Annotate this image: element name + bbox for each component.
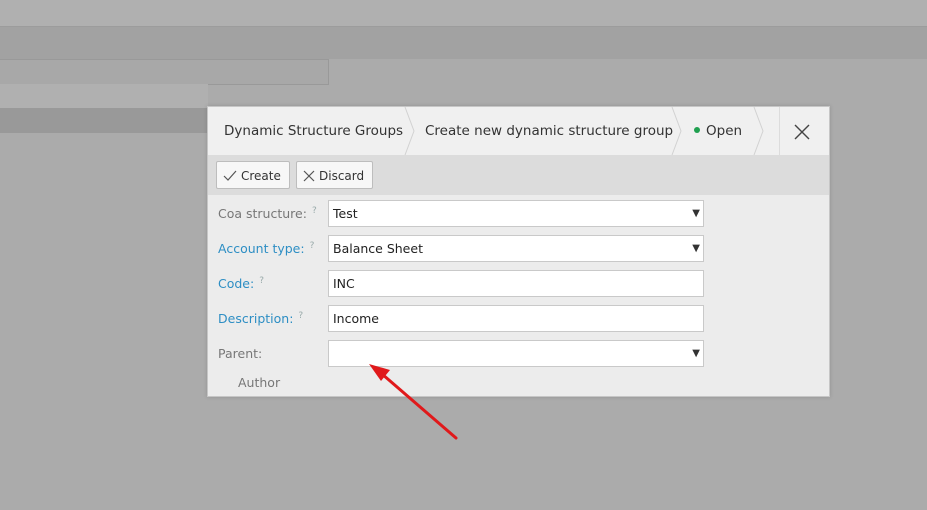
- coa-structure-select[interactable]: Test ▼: [328, 200, 704, 227]
- coa-structure-row: Coa structure:? Test ▼: [208, 200, 829, 227]
- dropdown-arrow-icon[interactable]: ▼: [692, 236, 700, 261]
- close-x-icon: [794, 124, 810, 140]
- parent-label: Parent:: [218, 346, 263, 361]
- dialog-toolbar: Create Discard: [208, 156, 829, 195]
- dropdown-arrow-icon[interactable]: ▼: [692, 341, 700, 366]
- help-icon[interactable]: ?: [259, 276, 264, 286]
- create-button[interactable]: Create: [216, 161, 290, 189]
- account-type-select[interactable]: Balance Sheet ▼: [328, 235, 704, 262]
- dialog-header: Dynamic Structure Groups Create new dyna…: [208, 107, 829, 156]
- help-icon[interactable]: ?: [298, 311, 303, 321]
- code-label: Code:?: [218, 270, 264, 297]
- author-section-label: Author: [238, 375, 281, 390]
- status-dot-icon: [694, 127, 700, 133]
- breadcrumb-create-new-group: Create new dynamic structure group: [425, 123, 674, 139]
- help-icon[interactable]: ?: [312, 206, 317, 216]
- close-x-icon: [303, 170, 315, 181]
- description-label-text: Description:: [218, 311, 294, 326]
- status-label: Open: [706, 123, 743, 139]
- description-label: Description:?: [218, 305, 303, 332]
- description-row: Description:?: [208, 305, 829, 332]
- breadcrumb-dynamic-structure-groups[interactable]: Dynamic Structure Groups: [224, 107, 403, 155]
- parent-select[interactable]: ▼: [328, 340, 704, 367]
- parent-row: Parent: ▼: [208, 340, 829, 367]
- coa-structure-label-text: Coa structure:: [218, 206, 307, 221]
- coa-structure-label: Coa structure:?: [218, 200, 317, 227]
- help-icon[interactable]: ?: [310, 241, 315, 251]
- discard-button[interactable]: Discard: [296, 161, 374, 189]
- header-divider: [779, 107, 780, 155]
- description-input[interactable]: [328, 305, 704, 332]
- status-indicator: Open: [694, 107, 742, 155]
- background-toolbar: [0, 27, 927, 59]
- code-input[interactable]: [328, 270, 704, 297]
- code-label-text: Code:: [218, 276, 255, 291]
- dropdown-arrow-icon[interactable]: ▼: [692, 201, 700, 226]
- chevron-separator-icon: [753, 107, 765, 155]
- discard-button-label: Discard: [319, 169, 365, 183]
- background-panel: [0, 59, 329, 85]
- check-icon: [223, 170, 237, 181]
- close-dialog-button[interactable]: [791, 121, 813, 143]
- chevron-separator-icon: [404, 107, 416, 155]
- create-group-dialog: Dynamic Structure Groups Create new dyna…: [207, 106, 830, 397]
- background-row: [0, 84, 208, 108]
- account-type-label: Account type:?: [218, 235, 314, 262]
- account-type-label-text: Account type:: [218, 241, 305, 256]
- account-type-row: Account type:? Balance Sheet ▼: [208, 235, 829, 262]
- background-top-bar: [0, 0, 927, 27]
- chevron-separator-icon: [671, 107, 683, 155]
- account-type-value: Balance Sheet: [333, 241, 423, 256]
- background-row-highlight: [0, 108, 208, 133]
- code-row: Code:?: [208, 270, 829, 297]
- create-button-label: Create: [241, 169, 281, 183]
- coa-structure-value: Test: [333, 206, 358, 221]
